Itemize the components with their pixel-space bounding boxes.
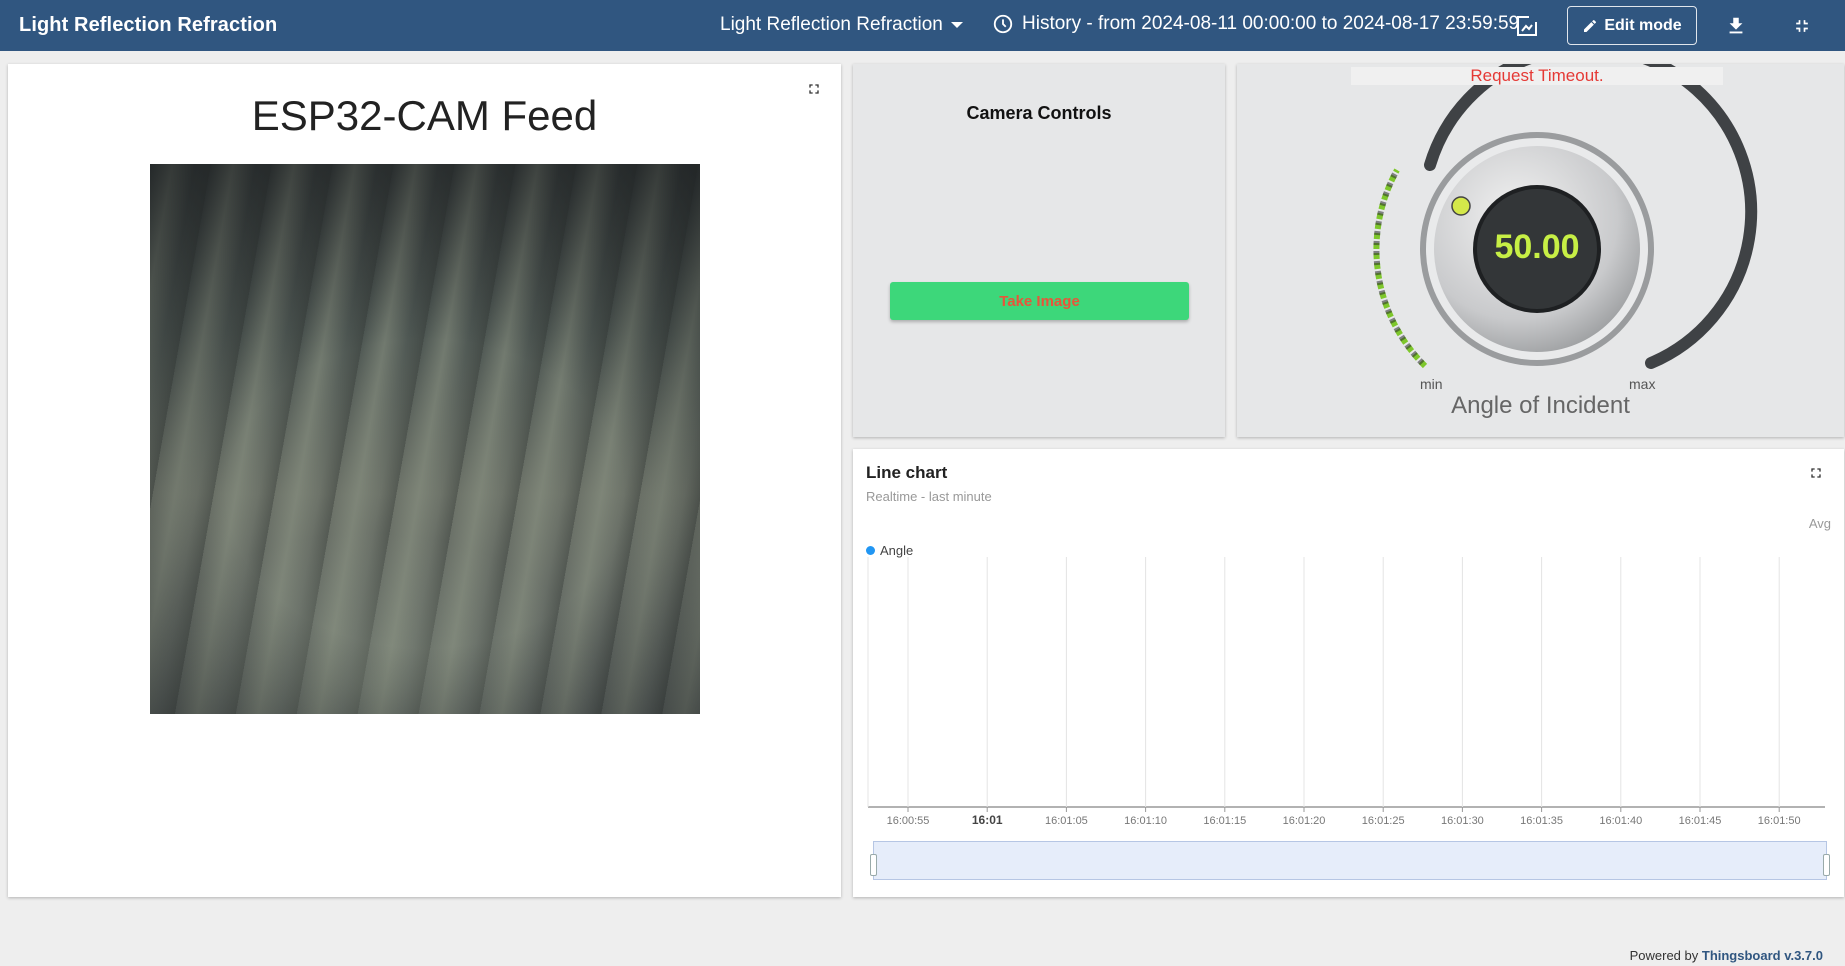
timewindow-label: History - from 2024-08-11 00:00:00 to 20… — [1022, 13, 1520, 34]
camera-image — [150, 164, 700, 714]
zoom-handle-left[interactable] — [870, 854, 877, 876]
data-zoom-slider[interactable] — [870, 841, 1830, 880]
x-tick-label: 16:01:15 — [1203, 815, 1246, 827]
x-tick-label: 16:01:25 — [1362, 815, 1405, 827]
footer-prefix: Powered by — [1629, 948, 1699, 963]
x-tick-label: 16:01:50 — [1758, 815, 1801, 827]
state-selector-label: Light Reflection Refraction — [720, 14, 943, 35]
line-chart-widget: Line chart Realtime - last minute Avg An… — [853, 449, 1844, 897]
camera-feed-widget: ESP32-CAM Feed — [8, 64, 841, 897]
x-tick-label: 16:01:40 — [1599, 815, 1642, 827]
dashboard-title: Light Reflection Refraction — [19, 14, 278, 36]
knob-title: Angle of Incident — [1451, 392, 1630, 419]
x-tick-label: 16:01:30 — [1441, 815, 1484, 827]
x-tick-label: 16:01 — [972, 813, 1003, 827]
x-tick-label: 16:01:10 — [1124, 815, 1167, 827]
zoom-handle-right[interactable] — [1823, 854, 1830, 876]
x-tick-label: 16:01:45 — [1679, 815, 1722, 827]
download-button[interactable] — [1722, 12, 1750, 40]
exit-fullscreen-icon — [1796, 20, 1808, 32]
camera-controls-widget: Camera Controls Take Image — [853, 64, 1225, 437]
fullscreen-icon[interactable] — [806, 81, 822, 97]
exit-fullscreen-button[interactable] — [1788, 12, 1816, 40]
knob-widget: Request Timeout. 50.00 min max Angle of … — [1237, 64, 1844, 437]
knob-value: 50.00 — [1494, 228, 1580, 266]
download-icon — [1729, 17, 1743, 34]
state-selector[interactable]: Light Reflection Refraction — [720, 14, 963, 36]
footer: Powered by Thingsboard v.3.7.0 — [1630, 948, 1823, 963]
chevron-down-icon — [950, 22, 963, 28]
x-tick-label: 16:01:20 — [1283, 815, 1326, 827]
top-toolbar: Light Reflection Refraction Light Reflec… — [0, 0, 1845, 51]
thingsboard-link[interactable]: Thingsboard v.3.7.0 — [1702, 948, 1823, 963]
error-message: Request Timeout. — [1351, 67, 1723, 85]
x-tick-label: 16:01:35 — [1520, 815, 1563, 827]
x-tick-label: 16:00:55 — [887, 815, 930, 827]
fit-screen-button[interactable] — [1513, 12, 1541, 40]
camera-controls-title: Camera Controls — [966, 103, 1112, 123]
edit-mode-label: Edit mode — [1604, 16, 1682, 34]
line-chart-plot[interactable]: 16:00:55 16:01 16:01:05 16:01:10 16:01:15 16:… — [853, 449, 1844, 849]
knob-max-label: max — [1629, 376, 1656, 392]
edit-mode-button[interactable]: Edit mode — [1567, 6, 1697, 45]
x-tick-label: 16:01:05 — [1045, 815, 1088, 827]
take-image-button[interactable]: Take Image — [890, 282, 1189, 320]
knob-min-label: min — [1420, 376, 1443, 392]
camera-feed-title: ESP32-CAM Feed — [251, 92, 598, 139]
timewindow-button[interactable]: History - from 2024-08-11 00:00:00 to 20… — [992, 13, 1519, 35]
pencil-icon — [1584, 19, 1597, 32]
fit-screen-icon — [1517, 16, 1537, 36]
clock-icon — [993, 14, 1013, 34]
